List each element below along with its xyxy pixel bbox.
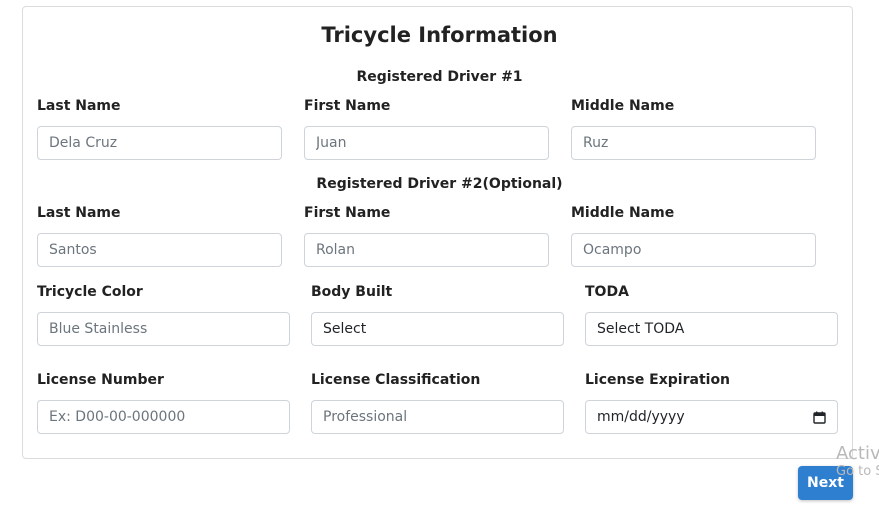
license-classification-label: License Classification: [311, 372, 481, 388]
watermark-line2: Go to S: [836, 463, 879, 479]
page-title: Tricycle Information: [321, 23, 558, 47]
driver2-last-name-label: Last Name: [37, 205, 121, 221]
body-built-label: Body Built: [311, 284, 393, 300]
license-number-input[interactable]: [37, 400, 290, 434]
tricycle-color-label: Tricycle Color: [37, 284, 143, 300]
driver1-last-name-input[interactable]: [37, 126, 282, 160]
activation-watermark: Activ Go to S: [836, 443, 879, 480]
driver1-middle-name-input[interactable]: [571, 126, 816, 160]
tricycle-color-input[interactable]: [37, 312, 290, 346]
license-expiration-placeholder: mm/dd/yyyy: [597, 409, 685, 425]
watermark-line1: Activ: [836, 443, 879, 464]
license-expiration-date-input[interactable]: mm/dd/yyyy: [585, 400, 838, 434]
calendar-icon[interactable]: [813, 411, 826, 424]
driver2-middle-name-input[interactable]: [571, 233, 816, 267]
driver2-middle-name-label: Middle Name: [571, 205, 675, 221]
toda-select[interactable]: Select TODA: [585, 312, 838, 346]
license-classification-input[interactable]: [311, 400, 564, 434]
driver1-first-name-input[interactable]: [304, 126, 549, 160]
license-number-label: License Number: [37, 372, 164, 388]
driver2-first-name-label: First Name: [304, 205, 391, 221]
driver2-first-name-input[interactable]: [304, 233, 549, 267]
driver1-middle-name-label: Middle Name: [571, 98, 675, 114]
body-built-select[interactable]: Select: [311, 312, 564, 346]
license-expiration-label: License Expiration: [585, 372, 731, 388]
driver2-last-name-input[interactable]: [37, 233, 282, 267]
driver1-heading: Registered Driver #1: [356, 69, 523, 85]
driver1-last-name-label: Last Name: [37, 98, 121, 114]
driver2-heading: Registered Driver #2(Optional): [316, 176, 563, 192]
toda-label: TODA: [585, 284, 629, 300]
driver1-first-name-label: First Name: [304, 98, 391, 114]
